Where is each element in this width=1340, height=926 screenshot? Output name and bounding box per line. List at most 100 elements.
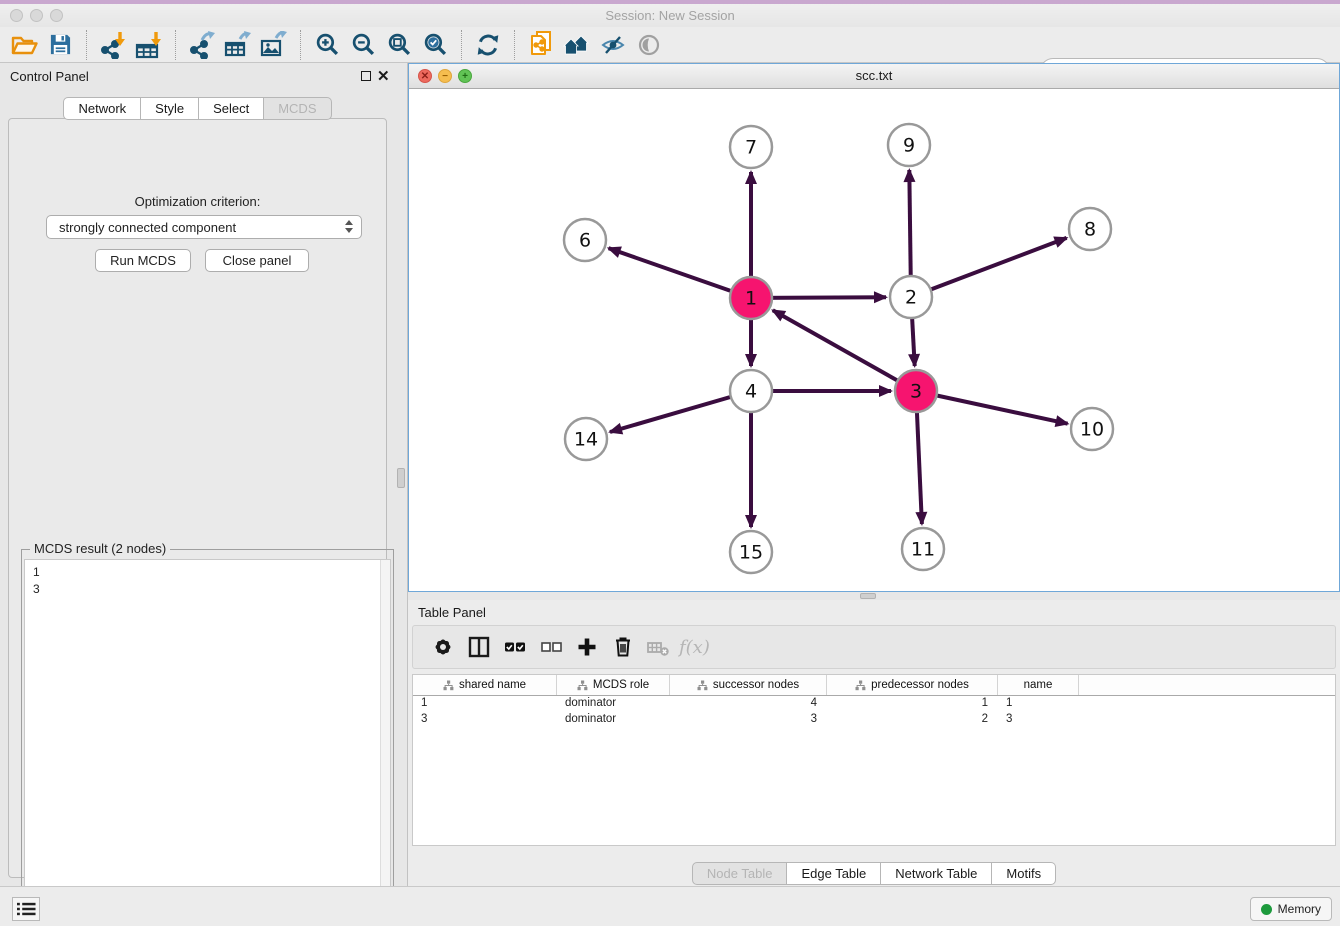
open-session-button[interactable]	[6, 28, 42, 62]
show-panels-button[interactable]	[631, 28, 667, 62]
tab-network[interactable]: Network	[63, 97, 141, 120]
control-panel-tabs: NetworkStyleSelectMCDS	[0, 97, 395, 120]
export-network-button[interactable]	[184, 28, 220, 62]
tab-motifs[interactable]: Motifs	[992, 862, 1056, 885]
export-image-button[interactable]	[256, 28, 292, 62]
tab-node-table[interactable]: Node Table	[692, 862, 788, 885]
table-cell[interactable]: 1	[998, 696, 1079, 712]
function-builder-button[interactable]: f(x)	[677, 629, 713, 665]
vertical-splitter[interactable]	[395, 63, 408, 886]
eye-icon	[636, 33, 662, 57]
show-columns-button[interactable]	[461, 629, 497, 665]
run-mcds-button[interactable]: Run MCDS	[95, 249, 191, 272]
tab-network-table[interactable]: Network Table	[881, 862, 992, 885]
criterion-dropdown[interactable]: strongly connected component	[46, 215, 362, 239]
edge-1-6[interactable]	[609, 248, 751, 298]
toolbar-separator	[86, 30, 87, 60]
mcds-result-list[interactable]: 1 3	[24, 559, 391, 925]
node-table: shared nameMCDS rolesuccessor nodes prede…	[412, 674, 1336, 846]
memory-button[interactable]: Memory	[1250, 897, 1332, 921]
node-3[interactable]: 3	[895, 370, 937, 412]
node-10[interactable]: 10	[1071, 408, 1113, 450]
node-2[interactable]: 2	[890, 276, 932, 318]
svg-text:f(x): f(x)	[678, 637, 710, 658]
table-settings-button[interactable]	[425, 629, 461, 665]
clone-network-button[interactable]	[523, 28, 559, 62]
svg-text:14: 14	[574, 429, 598, 451]
tab-edge-table[interactable]: Edge Table	[787, 862, 881, 885]
column-header-name[interactable]: name	[998, 675, 1079, 695]
close-panel-button[interactable]: Close panel	[205, 249, 309, 272]
memory-status-icon	[1261, 904, 1272, 915]
horizontal-splitter[interactable]	[408, 592, 1340, 600]
tab-select[interactable]: Select	[199, 97, 264, 120]
column-header-successor-nodes[interactable]: successor nodes	[670, 675, 827, 695]
table-panel-tabs: Node TableEdge TableNetwork TableMotifs	[408, 862, 1340, 885]
svg-text:3: 3	[910, 381, 922, 403]
task-history-button[interactable]	[12, 897, 40, 921]
node-8[interactable]: 8	[1069, 208, 1111, 250]
table-cell[interactable]: 3	[413, 712, 557, 728]
tab-mcds[interactable]: MCDS	[264, 97, 331, 120]
hide-panels-button[interactable]	[595, 28, 631, 62]
node-15[interactable]: 15	[730, 531, 772, 573]
table-row[interactable]: 3dominator323	[413, 712, 1335, 728]
table-cell[interactable]: dominator	[557, 712, 670, 728]
refresh-icon	[475, 32, 501, 58]
close-panel-icon[interactable]: ✕	[377, 67, 390, 85]
import-network-button[interactable]	[95, 28, 131, 62]
edge-2-8[interactable]	[911, 238, 1067, 297]
table-cell[interactable]: 1	[827, 696, 998, 712]
edge-3-10[interactable]	[916, 391, 1068, 424]
attribute-icon	[443, 680, 454, 691]
unselect-all-columns-button[interactable]	[533, 629, 569, 665]
import-table-button[interactable]	[131, 28, 167, 62]
network-title: scc.txt	[409, 68, 1339, 83]
table-cell[interactable]: 3	[998, 712, 1079, 728]
control-panel-header: Control Panel ✕	[0, 63, 395, 89]
attribute-icon	[697, 680, 708, 691]
scrollbar[interactable]	[380, 560, 390, 924]
export-table-button[interactable]	[220, 28, 256, 62]
node-11[interactable]: 11	[902, 528, 944, 570]
node-4[interactable]: 4	[730, 370, 772, 412]
zoom-selected-button[interactable]	[417, 28, 453, 62]
svg-text:10: 10	[1080, 419, 1104, 441]
select-all-columns-button[interactable]	[497, 629, 533, 665]
table-cell[interactable]: 3	[670, 712, 827, 728]
node-6[interactable]: 6	[564, 219, 606, 261]
tab-style[interactable]: Style	[141, 97, 199, 120]
table-cell[interactable]: 1	[413, 696, 557, 712]
zoom-fit-button[interactable]	[381, 28, 417, 62]
table-cell[interactable]: dominator	[557, 696, 670, 712]
eye-slash-icon	[600, 33, 626, 57]
table-cell[interactable]: 2	[827, 712, 998, 728]
table-row[interactable]: 1dominator411	[413, 696, 1335, 712]
column-header-MCDS-role[interactable]: MCDS role	[557, 675, 670, 695]
refresh-view-button[interactable]	[470, 28, 506, 62]
main-titlebar: Session: New Session	[0, 4, 1340, 27]
node-7[interactable]: 7	[730, 126, 772, 168]
node-1[interactable]: 1	[730, 277, 772, 319]
float-panel-icon[interactable]	[361, 71, 371, 81]
zoom-out-button[interactable]	[345, 28, 381, 62]
node-14[interactable]: 14	[565, 418, 607, 460]
delete-columns-button[interactable]	[605, 629, 641, 665]
save-session-button[interactable]	[42, 28, 78, 62]
column-header-predecessor-nodes[interactable]: predecessor nodes	[827, 675, 998, 695]
column-header-label: predecessor nodes	[871, 679, 969, 691]
delete-table-button[interactable]	[641, 629, 677, 665]
create-column-button[interactable]	[569, 629, 605, 665]
node-9[interactable]: 9	[888, 124, 930, 166]
table-cell[interactable]: 4	[670, 696, 827, 712]
network-canvas[interactable]: 7 9 6 8 1 2 4 3 14 10 15 11	[409, 89, 1339, 591]
edge-3-1[interactable]	[773, 310, 916, 391]
splitter-handle[interactable]	[860, 593, 876, 599]
control-panel-title: Control Panel	[10, 69, 89, 84]
reset-layout-button[interactable]	[559, 28, 595, 62]
zoom-in-button[interactable]	[309, 28, 345, 62]
column-header-shared-name[interactable]: shared name	[413, 675, 557, 695]
table-toolbar: f(x)	[412, 625, 1336, 669]
splitter-handle[interactable]	[397, 468, 405, 488]
network-titlebar[interactable]: ✕ − + scc.txt	[409, 64, 1339, 89]
